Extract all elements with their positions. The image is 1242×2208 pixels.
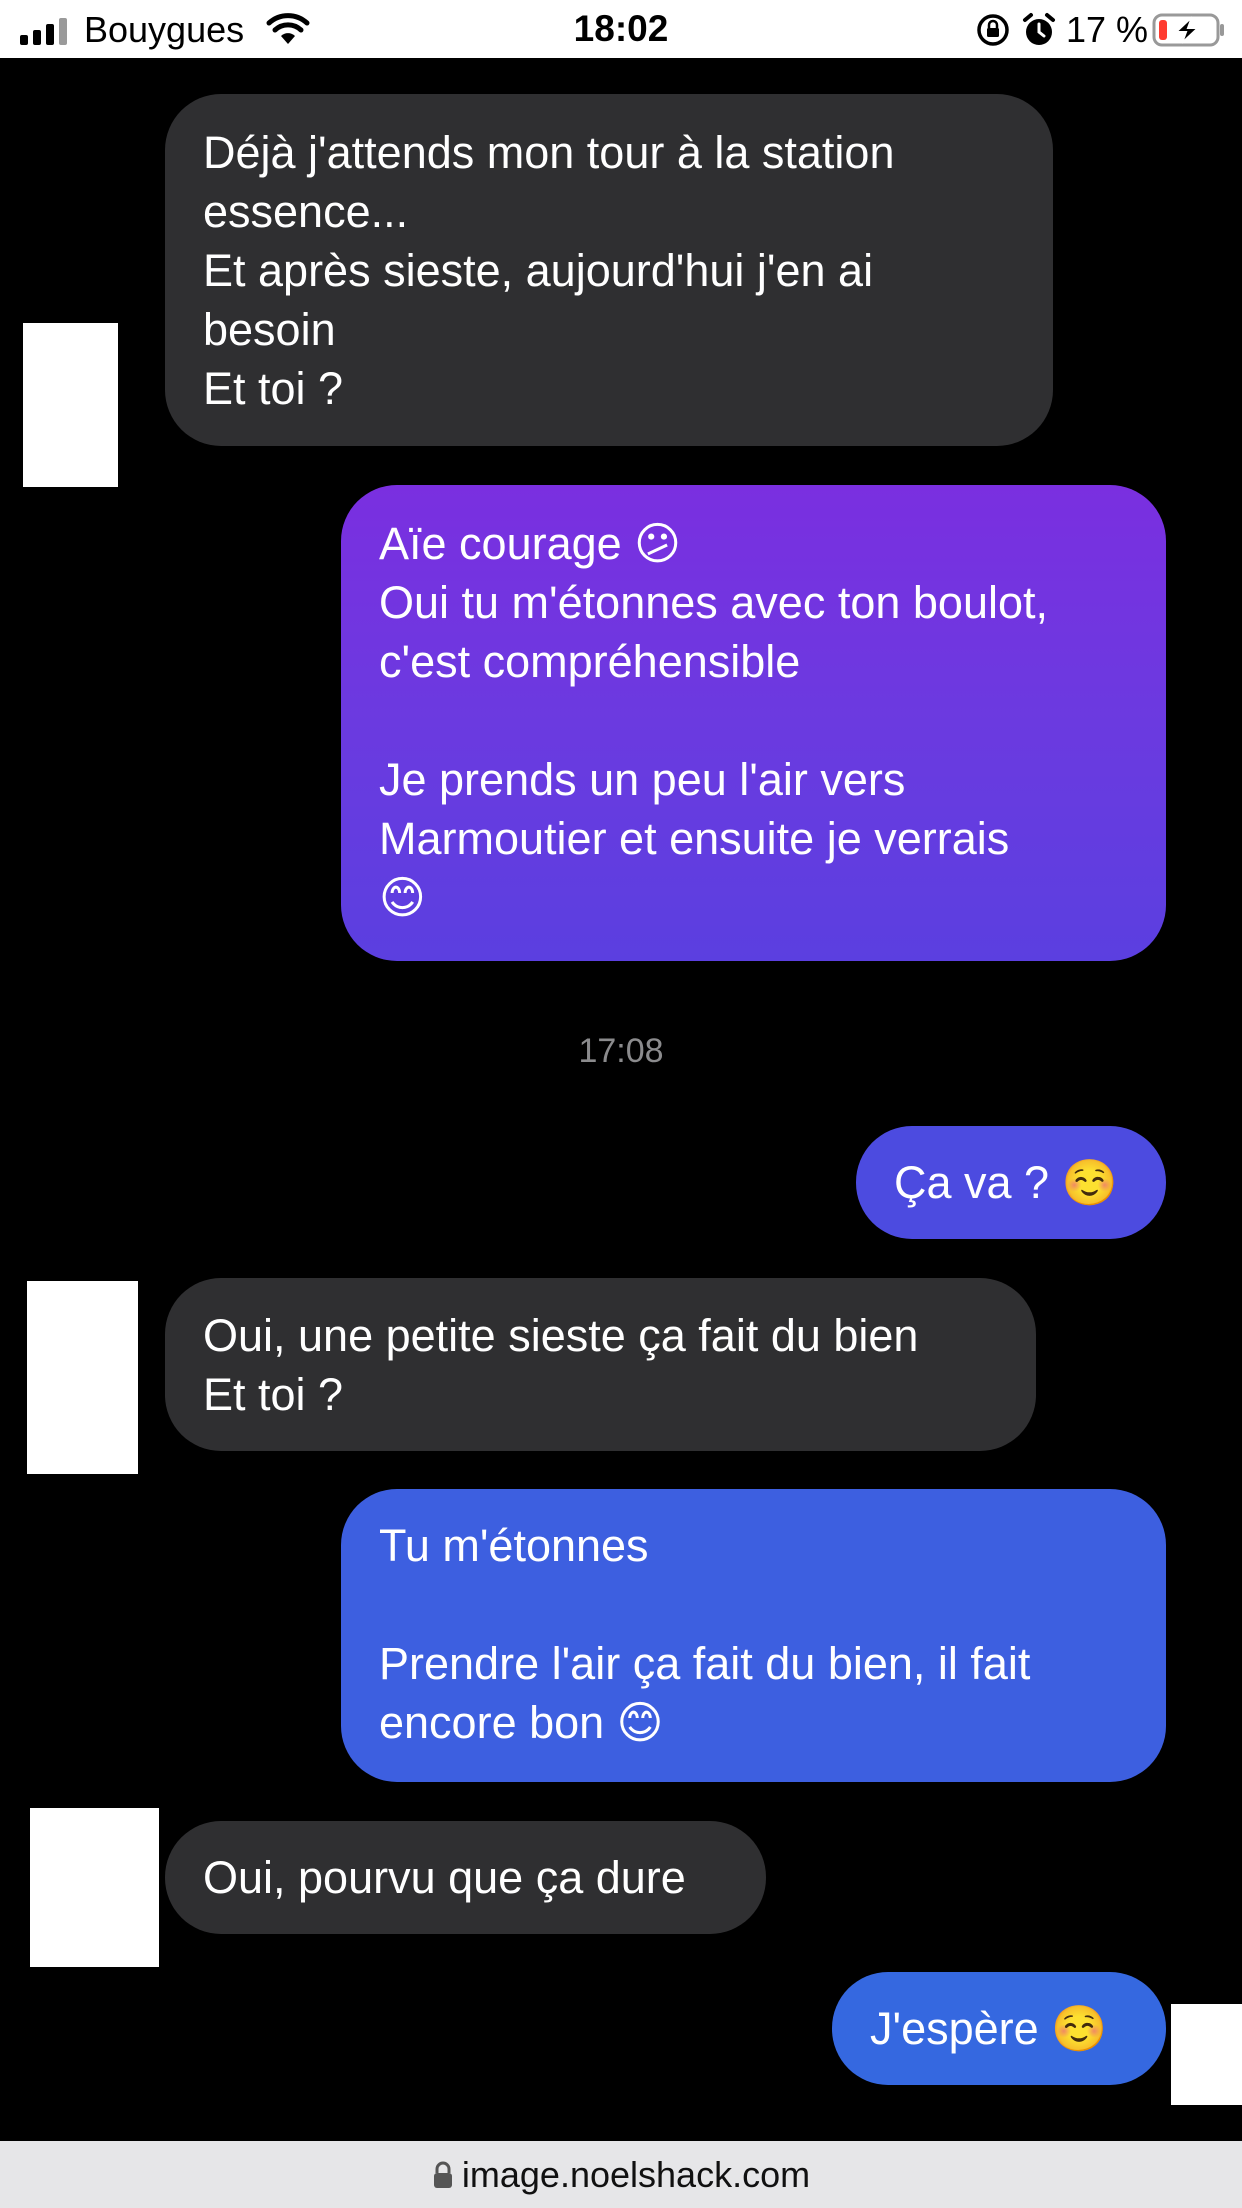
message-bubble-received[interactable]: Oui, pourvu que ça dure [165, 1821, 766, 1934]
message-bubble-sent[interactable]: Aïe courage 😕 Oui tu m'étonnes avec ton … [341, 485, 1166, 961]
avatar [23, 323, 118, 487]
url-text[interactable]: image.noelshack.com [462, 2154, 810, 2196]
message-bubble-sent[interactable]: Tu m'étonnes Prendre l'air ça fait du bi… [341, 1489, 1166, 1782]
url-bar[interactable]: image.noelshack.com [0, 2141, 1242, 2208]
message-bubble-sent[interactable]: Ça va ? ☺️ [856, 1126, 1166, 1239]
lock-icon [433, 2161, 452, 2188]
rotation-lock-icon [977, 14, 1009, 46]
battery-percent: 17 % [1066, 9, 1149, 50]
time-separator: 17:08 [578, 1032, 664, 1070]
avatar [1171, 2004, 1242, 2105]
alarm-icon [1023, 13, 1055, 45]
message-bubble-received[interactable]: Déjà j'attends mon tour à la station ess… [165, 94, 1053, 446]
avatar [30, 1808, 159, 1967]
status-bar: Bouygues 18:02 17 % [0, 0, 1242, 58]
battery-charging-icon [1152, 13, 1224, 47]
avatar [27, 1281, 138, 1474]
message-bubble-sent[interactable]: J'espère ☺️ [832, 1972, 1166, 2085]
message-bubble-received[interactable]: Oui, une petite sieste ça fait du bien E… [165, 1278, 1036, 1451]
